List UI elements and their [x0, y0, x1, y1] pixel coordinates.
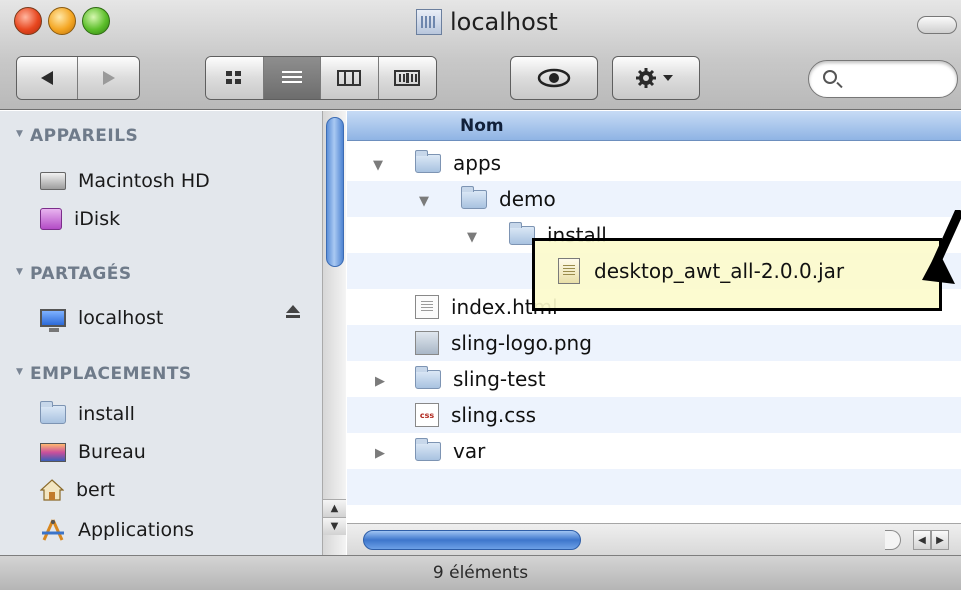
- file-name: sling.css: [451, 403, 537, 427]
- sidebar-item-label: localhost: [78, 307, 164, 329]
- forward-arrow-icon: [102, 71, 115, 85]
- eye-icon: [537, 68, 571, 88]
- list-item[interactable]: ▶ sling-test: [347, 361, 961, 397]
- disclosure-collapsed-icon[interactable]: ▶: [375, 374, 385, 389]
- desktop-icon: [40, 442, 66, 462]
- column-view-icon: [337, 70, 362, 86]
- sidebar-item-idisk[interactable]: iDisk: [40, 203, 120, 235]
- folder-icon: [461, 185, 487, 209]
- sidebar-section-devices[interactable]: APPAREILS: [16, 126, 138, 146]
- back-button[interactable]: [17, 57, 78, 99]
- list-item[interactable]: ▶ var: [347, 433, 961, 469]
- view-switcher: [205, 56, 437, 100]
- sidebar-item-applications[interactable]: Applications: [40, 514, 194, 546]
- quick-look-button[interactable]: [510, 56, 598, 100]
- status-bar: 9 éléments: [0, 555, 961, 590]
- sidebar-item-bert[interactable]: bert: [40, 474, 115, 506]
- sidebar-item-label: Macintosh HD: [78, 170, 210, 192]
- folder-icon: [415, 437, 441, 461]
- window-title: localhost: [416, 6, 558, 38]
- sidebar-item-label: Applications: [78, 519, 195, 541]
- list-item[interactable]: ▼ apps: [347, 145, 961, 181]
- list-view-icon: [281, 71, 302, 83]
- css-file-icon: css: [415, 403, 439, 427]
- horizontal-scroll-thumb[interactable]: [363, 530, 581, 550]
- column-header-name[interactable]: Nom: [347, 111, 961, 141]
- network-computer-icon: [40, 309, 66, 332]
- window-title-label: localhost: [450, 8, 558, 36]
- applications-icon: [42, 519, 64, 541]
- minimize-button[interactable]: [48, 7, 76, 35]
- zoom-button[interactable]: [82, 7, 110, 35]
- toolbar-toggle-button[interactable]: [917, 16, 957, 34]
- pointer-arrow-icon: [922, 210, 961, 284]
- home-icon: [40, 479, 64, 501]
- close-button[interactable]: [14, 7, 42, 35]
- forward-button[interactable]: [78, 57, 139, 99]
- disclosure-collapsed-icon[interactable]: ▶: [375, 446, 385, 461]
- list-empty-row: [347, 469, 961, 505]
- file-name: var: [453, 439, 486, 463]
- scroll-track-end: [885, 530, 901, 550]
- image-file-icon: [415, 331, 439, 355]
- item-count: 9 éléments: [432, 563, 529, 583]
- html-file-icon: [415, 295, 439, 319]
- navigation-buttons: [16, 56, 140, 100]
- disclosure-expanded-icon[interactable]: ▼: [373, 158, 383, 173]
- column-view-button[interactable]: [321, 57, 379, 99]
- folder-icon: [40, 400, 66, 424]
- gear-icon: [636, 68, 673, 88]
- sidebar-section-places[interactable]: EMPLACEMENTS: [16, 364, 192, 384]
- file-name: sling-test: [453, 367, 546, 391]
- sidebar-item-label: install: [78, 403, 135, 425]
- search-field[interactable]: [808, 60, 958, 98]
- scroll-up-arrow-icon[interactable]: ▲: [323, 499, 346, 517]
- sidebar-item-label: Bureau: [78, 441, 146, 463]
- sidebar-scrollbar[interactable]: ▲ ▼: [322, 111, 346, 555]
- file-name: desktop_awt_all-2.0.0.jar: [594, 259, 845, 283]
- back-arrow-icon: [41, 71, 53, 85]
- list-item[interactable]: ▼ demo: [347, 181, 961, 217]
- sidebar-item-macintosh-hd[interactable]: Macintosh HD: [40, 165, 210, 197]
- list-view-button[interactable]: [263, 57, 321, 99]
- sidebar-item-label: iDisk: [74, 208, 121, 230]
- coverflow-view-button[interactable]: [378, 57, 436, 99]
- sidebar-scroll-thumb[interactable]: [326, 117, 344, 267]
- scroll-left-arrow-icon[interactable]: ◀: [913, 530, 931, 550]
- sidebar-item-install[interactable]: install: [40, 398, 135, 430]
- disclosure-expanded-icon[interactable]: ▼: [467, 230, 477, 245]
- file-list: Nom ▼ apps ▼ demo ▼ install index.html s…: [347, 111, 961, 555]
- sidebar-item-label: bert: [76, 479, 116, 501]
- list-item[interactable]: css sling.css: [347, 397, 961, 433]
- network-volume-icon: [416, 9, 442, 35]
- highlighted-file[interactable]: desktop_awt_all-2.0.0.jar: [558, 258, 844, 284]
- search-icon: [823, 70, 837, 84]
- sidebar-section-shared[interactable]: PARTAGÉS: [16, 264, 132, 284]
- file-name: apps: [453, 151, 502, 175]
- list-item[interactable]: sling-logo.png: [347, 325, 961, 361]
- jar-file-icon: [558, 258, 580, 284]
- hard-drive-icon: [40, 172, 66, 190]
- icon-view-button[interactable]: [206, 57, 264, 99]
- idisk-icon: [40, 208, 62, 230]
- eject-icon[interactable]: [285, 305, 301, 319]
- disclosure-expanded-icon[interactable]: ▼: [419, 194, 429, 209]
- icon-view-icon: [226, 71, 242, 84]
- sidebar: APPAREILS Macintosh HD iDisk PARTAGÉS lo…: [0, 111, 346, 555]
- scroll-right-arrow-icon[interactable]: ▶: [931, 530, 949, 550]
- action-menu-button[interactable]: [612, 56, 700, 100]
- folder-icon: [415, 365, 441, 389]
- scroll-down-arrow-icon[interactable]: ▼: [323, 517, 346, 535]
- file-name: sling-logo.png: [451, 331, 592, 355]
- sidebar-item-localhost[interactable]: localhost: [40, 302, 163, 334]
- file-name: demo: [499, 187, 556, 211]
- sidebar-item-bureau[interactable]: Bureau: [40, 436, 146, 468]
- column-header-label: Nom: [460, 116, 504, 136]
- folder-icon: [415, 149, 441, 173]
- window-titlebar: localhost: [0, 0, 961, 110]
- coverflow-view-icon: [394, 70, 421, 86]
- horizontal-scrollbar[interactable]: ◀ ▶: [347, 523, 961, 555]
